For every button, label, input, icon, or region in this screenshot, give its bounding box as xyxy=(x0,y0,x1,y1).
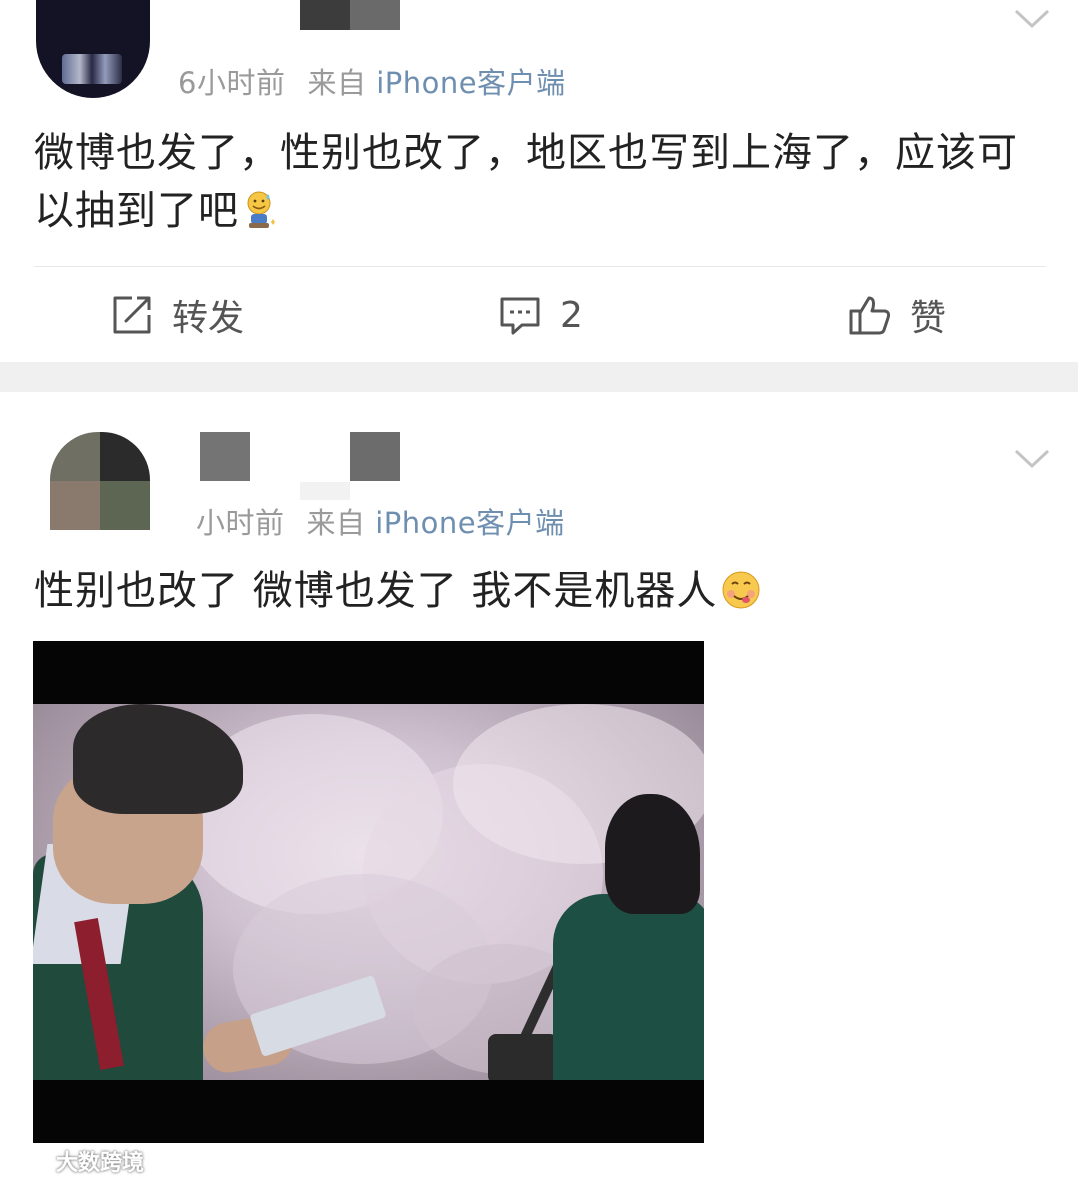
repost-button[interactable]: 转发 xyxy=(110,290,244,340)
video-thumbnail[interactable] xyxy=(33,641,704,1143)
post-time: 小时前 xyxy=(196,506,285,540)
post-action-bar: 转发 2 赞 xyxy=(0,268,1078,362)
watermark: 大数跨境 xyxy=(10,1146,144,1176)
weibo-post-1: 6小时前 来自 iPhone客户端 微博也发了，性别也改了，地区也写到上海了，应该… xyxy=(0,0,1078,362)
post-meta: 小时前 来自 iPhone客户端 xyxy=(196,500,565,542)
comment-bubble-icon xyxy=(498,293,542,337)
chevron-down-icon[interactable] xyxy=(1014,8,1050,30)
username-pixelated-2[interactable] xyxy=(350,432,400,481)
divider xyxy=(34,266,1046,267)
video-frame xyxy=(33,704,704,1080)
repost-label: 转发 xyxy=(172,298,245,339)
post-content: 微博也发了，性别也改了，地区也写到上海了，应该可以抽到了吧 xyxy=(34,124,1044,246)
like-label: 赞 xyxy=(910,298,947,339)
post-text: 性别也改了 微博也发了 我不是机器人 xyxy=(34,568,718,614)
post-time: 6小时前 xyxy=(178,66,286,100)
time-pixelated xyxy=(300,482,350,500)
source-link[interactable]: iPhone客户端 xyxy=(376,66,565,100)
sweat-smile-emoji-icon xyxy=(243,188,277,246)
weibo-feed: 6小时前 来自 iPhone客户端 微博也发了，性别也改了，地区也写到上海了，应该… xyxy=(0,0,1078,1181)
post-text: 微博也发了，性别也改了，地区也写到上海了，应该可以抽到了吧 xyxy=(34,130,1018,234)
from-label: 来自 xyxy=(306,506,366,540)
from-label: 来自 xyxy=(307,66,367,100)
chevron-down-icon[interactable] xyxy=(1014,448,1050,470)
post-meta: 6小时前 来自 iPhone客户端 xyxy=(178,60,566,102)
source-link[interactable]: iPhone客户端 xyxy=(375,506,564,540)
watermark-text: 大数跨境 xyxy=(56,1151,145,1176)
avatar[interactable] xyxy=(36,0,150,98)
share-edit-icon xyxy=(110,293,154,337)
post-content: 性别也改了 微博也发了 我不是机器人 xyxy=(34,562,1044,626)
comment-button[interactable]: 2 xyxy=(498,290,583,340)
yum-face-emoji-icon xyxy=(721,568,761,626)
comment-count: 2 xyxy=(560,294,583,336)
weibo-post-2: 小时前 来自 iPhone客户端 性别也改了 微博也发了 我不是机器人 xyxy=(0,392,1078,1181)
avatar[interactable] xyxy=(50,432,150,530)
watermark-logo-icon xyxy=(10,1148,50,1174)
like-button[interactable]: 赞 xyxy=(848,290,946,340)
thumbs-up-icon xyxy=(848,293,892,337)
username-pixelated[interactable] xyxy=(300,0,400,30)
username-pixelated[interactable] xyxy=(200,432,250,481)
post-separator xyxy=(0,362,1078,392)
